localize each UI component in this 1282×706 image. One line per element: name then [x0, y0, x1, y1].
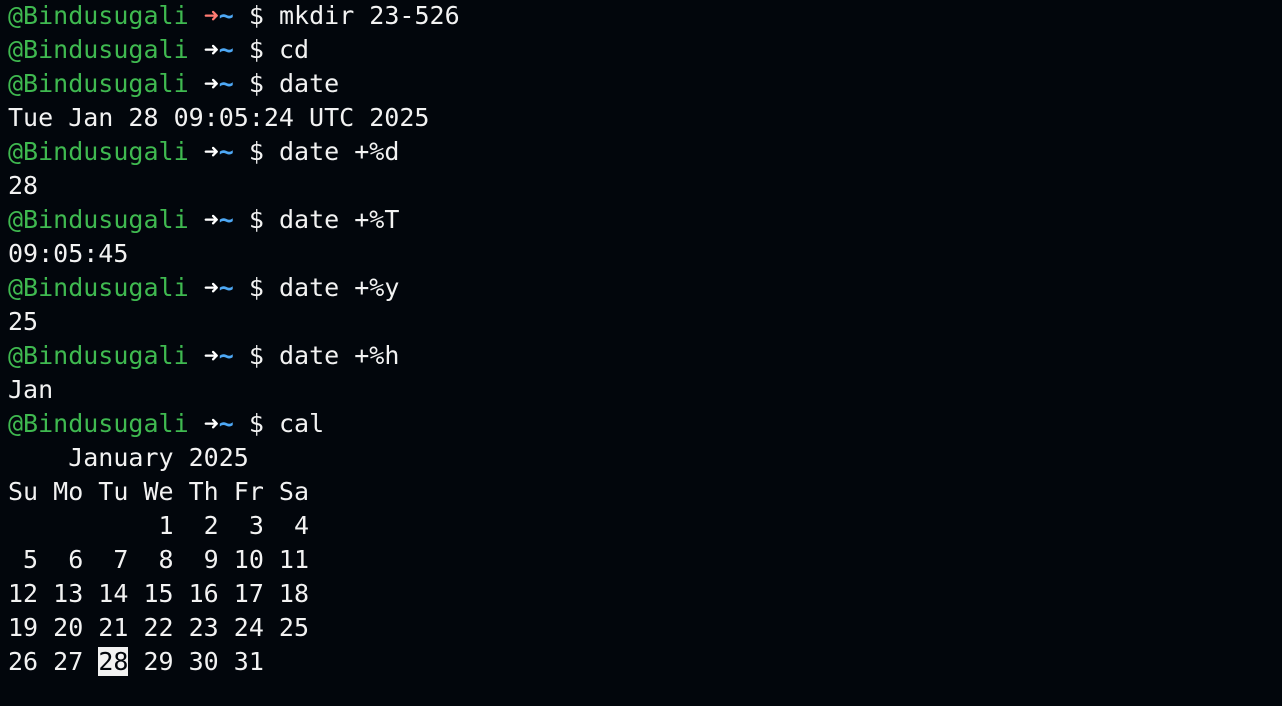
command-output: Tue Jan 28 09:05:24 UTC 2025	[8, 103, 430, 132]
prompt-path: ~	[218, 341, 234, 370]
prompt-user: @Bindusugali	[8, 35, 189, 64]
prompt-arrow-icon: ➜	[203, 35, 219, 64]
prompt-line: @Bindusugali ➜~ $ mkdir 23-526	[8, 0, 1282, 34]
calendar-week-row: 5 6 7 8 9 10 11	[8, 545, 310, 574]
prompt-symbol: $	[248, 1, 264, 30]
command-text: mkdir 23-526	[279, 1, 460, 30]
prompt-symbol: $	[248, 137, 264, 166]
calendar-week-row: 26 27 28 29 30 31	[8, 646, 1282, 680]
command-text: cd	[279, 35, 310, 64]
command-text: date +%d	[279, 137, 400, 166]
prompt-path: ~	[218, 69, 234, 98]
prompt-user: @Bindusugali	[8, 69, 189, 98]
calendar-output: January 2025 Su Mo Tu We Th Fr Sa 1 2 3 …	[8, 442, 1282, 680]
prompt-symbol: $	[248, 69, 264, 98]
prompt-path: ~	[218, 35, 234, 64]
prompt-path: ~	[218, 273, 234, 302]
command-text: date +%T	[279, 205, 400, 234]
prompt-user: @Bindusugali	[8, 409, 189, 438]
prompt-arrow-icon: ➜	[203, 409, 219, 438]
prompt-user: @Bindusugali	[8, 1, 189, 30]
prompt-arrow-icon: ➜	[203, 137, 219, 166]
prompt-arrow-icon: ➜	[203, 273, 219, 302]
prompt-path: ~	[218, 205, 234, 234]
prompt-arrow-error-icon: ➜	[203, 1, 219, 30]
command-output: Jan	[8, 375, 54, 404]
prompt-symbol: $	[248, 35, 264, 64]
prompt-user: @Bindusugali	[8, 273, 189, 302]
prompt-line: @Bindusugali ➜~ $ cd	[8, 34, 1282, 68]
prompt-symbol: $	[248, 273, 264, 302]
calendar-week-row: 19 20 21 22 23 24 25	[8, 613, 310, 642]
calendar-weekdays: Su Mo Tu We Th Fr Sa	[8, 477, 310, 506]
prompt-user: @Bindusugali	[8, 205, 189, 234]
prompt-path: ~	[218, 1, 234, 30]
calendar-week-row: 1 2 3 4	[8, 511, 310, 540]
calendar-week-row: 12 13 14 15 16 17 18	[8, 579, 310, 608]
prompt-path: ~	[218, 409, 234, 438]
command-output: 09:05:45	[8, 239, 129, 268]
prompt-symbol: $	[248, 409, 264, 438]
command-output: 28	[8, 171, 39, 200]
prompt-line: @Bindusugali ➜~ $ cal	[8, 408, 1282, 442]
prompt-line: @Bindusugali ➜~ $ date +%y	[8, 272, 1282, 306]
prompt-path: ~	[218, 137, 234, 166]
prompt-arrow-icon: ➜	[203, 205, 219, 234]
prompt-line: @Bindusugali ➜~ $ date +%h	[8, 340, 1282, 374]
command-text: date +%y	[279, 273, 400, 302]
prompt-symbol: $	[248, 341, 264, 370]
prompt-user: @Bindusugali	[8, 137, 189, 166]
terminal-window[interactable]: @Bindusugali ➜~ $ mkdir 23-526 @Bindusug…	[0, 0, 1282, 706]
command-text: date +%h	[279, 341, 400, 370]
prompt-arrow-icon: ➜	[203, 69, 219, 98]
prompt-line: @Bindusugali ➜~ $ date +%T	[8, 204, 1282, 238]
command-text: date	[279, 69, 340, 98]
calendar-days-before-today: 26 27	[8, 647, 99, 676]
prompt-arrow-icon: ➜	[203, 341, 219, 370]
prompt-line: @Bindusugali ➜~ $ date +%d	[8, 136, 1282, 170]
prompt-symbol: $	[248, 205, 264, 234]
command-output: 25	[8, 307, 39, 336]
calendar-title: January 2025	[8, 443, 249, 472]
calendar-days-after-today: 29 30 31	[128, 647, 264, 676]
calendar-today-highlight: 28	[98, 647, 129, 676]
command-text: cal	[279, 409, 325, 438]
prompt-line: @Bindusugali ➜~ $ date	[8, 68, 1282, 102]
prompt-user: @Bindusugali	[8, 341, 189, 370]
